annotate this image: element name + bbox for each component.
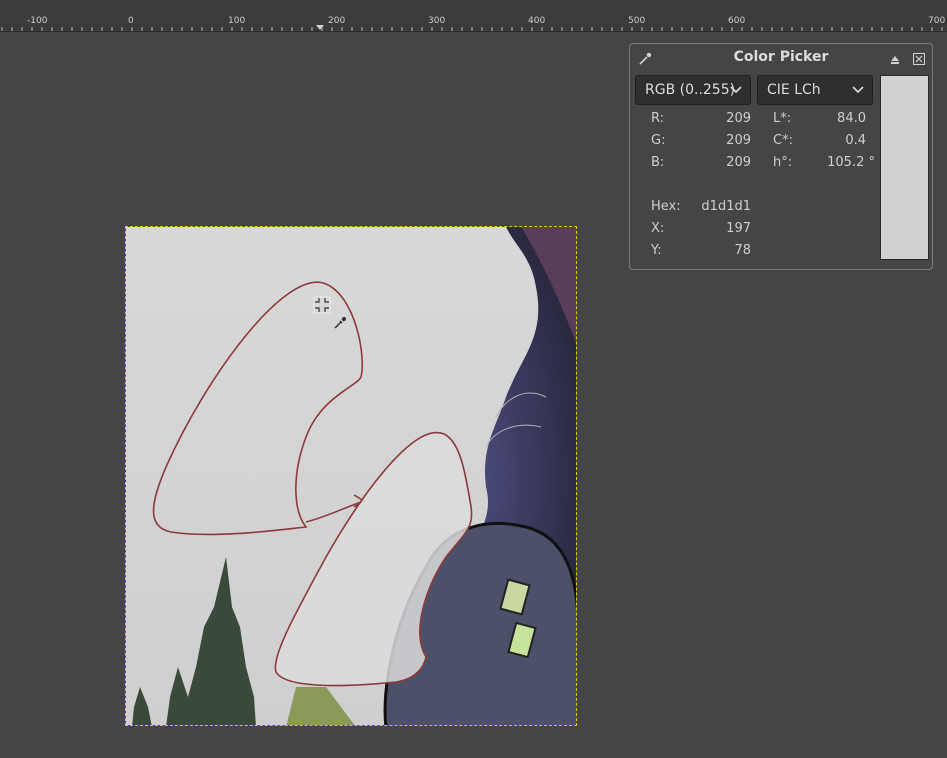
ruler-label: 500 bbox=[628, 16, 646, 26]
close-icon[interactable] bbox=[912, 52, 926, 66]
hex-value: d1d1d1 bbox=[701, 199, 751, 214]
x-label: X: bbox=[651, 221, 665, 236]
select-value: CIE LCh bbox=[767, 82, 821, 98]
eyedropper-icon bbox=[334, 317, 346, 329]
horizontal-ruler[interactable]: -100 0 100 200 300 400 500 600 700 bbox=[0, 0, 947, 32]
c-label: C*: bbox=[773, 133, 793, 148]
l-label: L*: bbox=[773, 111, 792, 126]
hex-label: Hex: bbox=[651, 199, 681, 214]
chevron-down-icon bbox=[730, 86, 742, 94]
image-canvas[interactable] bbox=[125, 226, 577, 726]
g-label: G: bbox=[651, 133, 666, 148]
image-content bbox=[126, 227, 576, 725]
ruler-label: 0 bbox=[128, 16, 134, 26]
color-model-select-primary[interactable]: RGB (0..255) bbox=[635, 75, 751, 105]
ruler-label: 400 bbox=[528, 16, 546, 26]
ruler-label: 300 bbox=[428, 16, 446, 26]
crosshair-icon bbox=[313, 296, 331, 314]
y-label: Y: bbox=[651, 243, 662, 258]
b-label: B: bbox=[651, 155, 665, 170]
ruler-ticks bbox=[1, 25, 943, 31]
l-value: 84.0 bbox=[837, 111, 866, 126]
select-value: RGB (0..255) bbox=[645, 82, 736, 98]
c-value: 0.4 bbox=[845, 133, 866, 148]
r-label: R: bbox=[651, 111, 665, 126]
ruler-label: 200 bbox=[328, 16, 346, 26]
g-value: 209 bbox=[726, 133, 751, 148]
b-value: 209 bbox=[726, 155, 751, 170]
color-model-select-secondary[interactable]: CIE LCh bbox=[757, 75, 873, 105]
ruler-pointer-icon bbox=[316, 25, 324, 30]
ruler-label: -100 bbox=[27, 16, 48, 26]
chevron-down-icon bbox=[852, 86, 864, 94]
h-label: h°: bbox=[773, 155, 793, 170]
x-value: 197 bbox=[726, 221, 751, 236]
detach-icon[interactable] bbox=[888, 52, 902, 66]
color-swatch bbox=[880, 75, 929, 260]
r-value: 209 bbox=[726, 111, 751, 126]
ruler-label: 600 bbox=[728, 16, 746, 26]
h-value: 105.2 ° bbox=[827, 155, 875, 170]
ruler-label: 700 bbox=[928, 16, 946, 26]
dialog-title: Color Picker bbox=[733, 49, 829, 65]
ruler-label: 100 bbox=[228, 16, 246, 26]
color-picker-dialog[interactable]: Color Picker RGB (0..255) CIE LCh R: 209… bbox=[629, 43, 933, 270]
y-value: 78 bbox=[734, 243, 751, 258]
